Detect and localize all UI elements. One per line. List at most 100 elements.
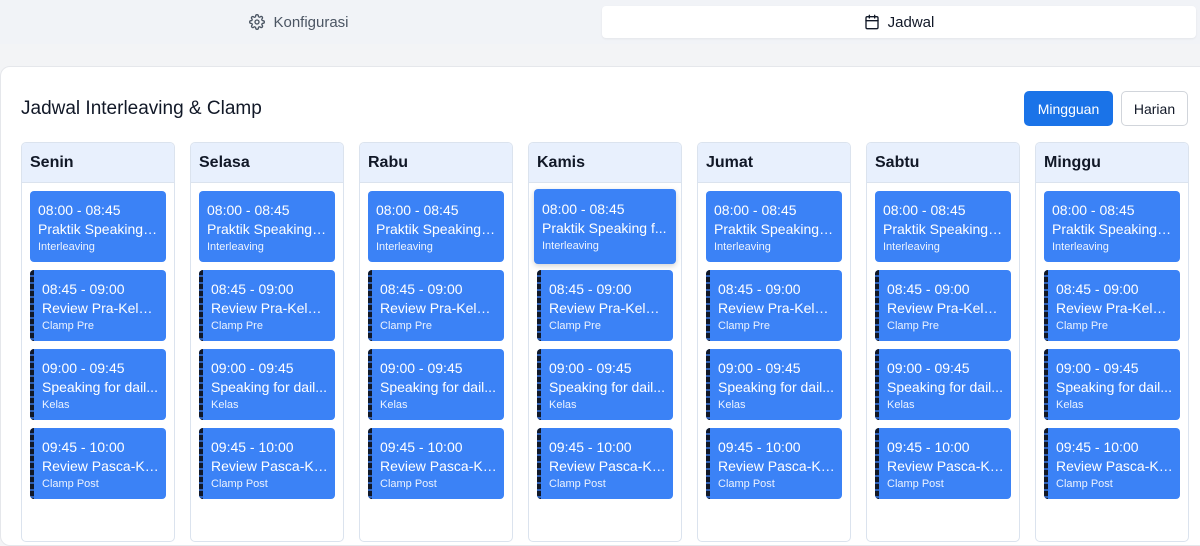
slot-type: Clamp Post [42,478,99,490]
schedule-slot[interactable]: 08:00 - 08:45 Praktik Speaking f... Interl… [706,191,842,262]
slot-content: 09:00 - 09:45 Speaking for dail... Kelas [42,359,160,413]
schedule-slot[interactable]: 08:45 - 09:00 Review Pra-Kelas... Clamp Pr… [368,270,504,341]
slot-type: Interleaving [714,241,771,253]
slot-content: 09:00 - 09:45 Speaking for dail... Kelas [549,359,667,413]
schedule-slot[interactable]: 08:45 - 09:00 Review Pra-Kelas... Clamp Pr… [706,270,842,341]
schedule-slot[interactable]: 08:45 - 09:00 Review Pra-Kelas... Clamp Pr… [875,270,1011,341]
slot-subject: Praktik Speaking f... [376,221,498,237]
slot-time: 08:45 - 09:00 [42,281,125,297]
schedule-slot[interactable]: 09:00 - 09:45 Speaking for dail... Kelas [537,349,673,420]
slot-type: Clamp Pre [380,320,432,332]
tab-konfigurasi[interactable]: Konfigurasi [0,0,598,44]
slot-time: 08:00 - 08:45 [1052,202,1135,218]
day-column-minggu: Minggu 08:00 - 08:45 Praktik Speaking f...… [1035,142,1189,542]
slot-subject: Praktik Speaking f... [542,220,667,236]
slot-content: 09:00 - 09:45 Speaking for dail... Kelas [380,359,498,413]
slot-subject: Review Pra-Kelas... [549,300,667,316]
slot-type: Clamp Post [887,478,944,490]
slot-time: 08:00 - 08:45 [38,202,121,218]
slot-time: 08:00 - 08:45 [542,201,625,217]
slot-time: 09:45 - 10:00 [42,439,125,455]
schedule-slot[interactable]: 09:45 - 10:00 Review Pasca-Kel... Clamp Po… [1044,428,1180,499]
slot-subject: Speaking for dail... [380,379,496,395]
slot-stripe [537,428,541,499]
slot-subject: Speaking for dail... [549,379,665,395]
slot-subject: Speaking for dail... [1056,379,1172,395]
slot-time: 09:45 - 10:00 [211,439,294,455]
schedule-slot[interactable]: 09:45 - 10:00 Review Pasca-Kel... Clamp Po… [368,428,504,499]
slot-time: 09:45 - 10:00 [380,439,463,455]
tab-jadwal[interactable]: Jadwal [602,6,1196,38]
schedule-slot[interactable]: 08:00 - 08:45 Praktik Speaking f... Interl… [368,191,504,262]
schedule-slot[interactable]: 09:00 - 09:45 Speaking for dail... Kelas [368,349,504,420]
schedule-slot[interactable]: 08:45 - 09:00 Review Pra-Kelas... Clamp Pr… [537,270,673,341]
schedule-slot[interactable]: 09:00 - 09:45 Speaking for dail... Kelas [199,349,335,420]
slot-time: 08:45 - 09:00 [1056,281,1139,297]
slot-type: Interleaving [207,241,264,253]
slot-stripe [537,270,541,341]
slot-type: Interleaving [883,241,940,253]
slot-time: 08:45 - 09:00 [549,281,632,297]
schedule-slot[interactable]: 08:45 - 09:00 Review Pra-Kelas... Clamp Pr… [30,270,166,341]
day-column-kamis: Kamis 08:00 - 08:45 Praktik Speaking f... I… [528,142,682,542]
slot-subject: Review Pasca-Kel... [380,458,498,474]
schedule-slot[interactable]: 09:45 - 10:00 Review Pasca-Kel... Clamp Po… [30,428,166,499]
slot-type: Kelas [887,399,915,411]
tab-bar: Konfigurasi Jadwal [0,0,1200,44]
day-column-sabtu: Sabtu 08:00 - 08:45 Praktik Speaking f... I… [866,142,1020,542]
slot-content: 08:00 - 08:45 Praktik Speaking f... Interl… [207,201,329,255]
schedule-slot[interactable]: 09:45 - 10:00 Review Pasca-Kel... Clamp Po… [537,428,673,499]
schedule-slot[interactable]: 08:45 - 09:00 Review Pra-Kelas... Clamp Pr… [199,270,335,341]
slot-stripe [30,270,34,341]
slot-subject: Review Pra-Kelas... [718,300,836,316]
slot-subject: Speaking for dail... [211,379,327,395]
slot-subject: Praktik Speaking f... [207,221,329,237]
slot-content: 09:45 - 10:00 Review Pasca-Kel... Clamp Po… [42,438,160,492]
schedule-slot[interactable]: 09:00 - 09:45 Speaking for dail... Kelas [706,349,842,420]
slot-subject: Review Pasca-Kel... [718,458,836,474]
schedule-slot[interactable]: 08:00 - 08:45 Praktik Speaking f... Interl… [534,189,676,264]
slot-content: 09:00 - 09:45 Speaking for dail... Kelas [1056,359,1174,413]
schedule-slot[interactable]: 08:00 - 08:45 Praktik Speaking f... Interl… [199,191,335,262]
schedule-slot[interactable]: 08:00 - 08:45 Praktik Speaking f... Interl… [30,191,166,262]
slot-content: 08:45 - 09:00 Review Pra-Kelas... Clamp Pr… [42,280,160,334]
slot-type: Clamp Pre [1056,320,1108,332]
slot-subject: Praktik Speaking f... [714,221,836,237]
slot-type: Clamp Pre [549,320,601,332]
day-header: Sabtu [867,143,1019,183]
slot-time: 08:45 - 09:00 [887,281,970,297]
schedule-slot[interactable]: 09:45 - 10:00 Review Pasca-Kel... Clamp Po… [199,428,335,499]
slot-subject: Praktik Speaking f... [883,221,1005,237]
slot-subject: Review Pra-Kelas... [380,300,498,316]
schedule-slot[interactable]: 09:00 - 09:45 Speaking for dail... Kelas [875,349,1011,420]
schedule-slot[interactable]: 08:00 - 08:45 Praktik Speaking f... Interl… [875,191,1011,262]
daily-view-button[interactable]: Harian [1121,91,1188,126]
slot-type: Kelas [718,399,746,411]
schedule-slot[interactable]: 09:00 - 09:45 Speaking for dail... Kelas [1044,349,1180,420]
slot-time: 08:00 - 08:45 [376,202,459,218]
weekly-view-button[interactable]: Mingguan [1024,91,1113,126]
slot-content: 09:45 - 10:00 Review Pasca-Kel... Clamp Po… [887,438,1005,492]
slot-content: 08:45 - 09:00 Review Pra-Kelas... Clamp Pr… [1056,280,1174,334]
schedule-slot[interactable]: 08:45 - 09:00 Review Pra-Kelas... Clamp Pr… [1044,270,1180,341]
slot-subject: Review Pra-Kelas... [1056,300,1174,316]
slot-stripe [30,349,34,420]
schedule-slot[interactable]: 08:00 - 08:45 Praktik Speaking f... Interl… [1044,191,1180,262]
slot-content: 08:00 - 08:45 Praktik Speaking f... Interl… [542,200,670,254]
schedule-slot[interactable]: 09:45 - 10:00 Review Pasca-Kel... Clamp Po… [706,428,842,499]
slot-type: Kelas [1056,399,1084,411]
slot-content: 08:45 - 09:00 Review Pra-Kelas... Clamp Pr… [549,280,667,334]
day-header: Jumat [698,143,850,183]
slot-time: 09:45 - 10:00 [1056,439,1139,455]
day-column-jumat: Jumat 08:00 - 08:45 Praktik Speaking f... I… [697,142,851,542]
schedule-slot[interactable]: 09:45 - 10:00 Review Pasca-Kel... Clamp Po… [875,428,1011,499]
gear-icon [249,14,266,30]
slot-content: 08:00 - 08:45 Praktik Speaking f... Interl… [1052,201,1174,255]
page-title: Jadwal Interleaving & Clamp [21,98,262,119]
day-header: Senin [22,143,174,183]
slot-stripe [706,349,710,420]
slot-time: 09:00 - 09:45 [42,360,125,376]
schedule-slot[interactable]: 09:00 - 09:45 Speaking for dail... Kelas [30,349,166,420]
slot-time: 08:00 - 08:45 [883,202,966,218]
slot-subject: Review Pra-Kelas... [42,300,160,316]
